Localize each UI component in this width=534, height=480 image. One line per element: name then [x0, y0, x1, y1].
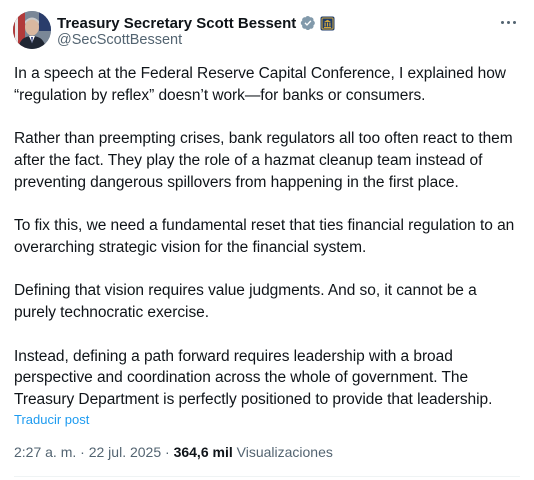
post-time[interactable]: 2:27 a. m. — [14, 444, 76, 460]
verified-check-icon[interactable] — [300, 15, 316, 31]
post-paragraph: Rather than preempting crises, bank regu… — [14, 130, 513, 191]
treasury-seal-icon[interactable] — [320, 16, 335, 31]
more-options-button[interactable] — [496, 12, 520, 32]
post-paragraph: In a speech at the Federal Reserve Capit… — [14, 65, 506, 104]
views-count: 364,6 mil — [173, 444, 233, 460]
avatar[interactable] — [13, 11, 51, 49]
meta-separator: · — [161, 444, 174, 460]
more-dot-icon — [500, 20, 504, 24]
more-dot-icon — [512, 20, 516, 24]
post-paragraph: To fix this, we need a fundamental reset… — [14, 217, 515, 256]
avatar-portrait — [13, 11, 51, 49]
more-dot-icon — [506, 20, 510, 24]
post-meta: 2:27 a. m. · 22 jul. 2025 · 364,6 mil Vi… — [14, 444, 333, 460]
post-paragraph: Defining that vision requires value judg… — [14, 282, 477, 322]
meta-separator: · — [76, 444, 89, 460]
post-date[interactable]: 22 jul. 2025 — [89, 444, 161, 460]
translate-post-link[interactable]: Traducir post — [14, 412, 89, 427]
post-paragraph: Instead, defining a path forward require… — [14, 347, 493, 409]
post-card: Treasury Secretary Scott Bessent @SecSco… — [0, 0, 534, 480]
views-label: Visualizaciones — [236, 444, 333, 460]
author-name-row: Treasury Secretary Scott Bessent — [57, 13, 335, 33]
post-text: In a speech at the Federal Reserve Capit… — [14, 63, 522, 411]
divider — [14, 476, 520, 477]
author-handle[interactable]: @SecScottBessent — [57, 32, 182, 48]
author-name[interactable]: Treasury Secretary Scott Bessent — [57, 15, 296, 32]
